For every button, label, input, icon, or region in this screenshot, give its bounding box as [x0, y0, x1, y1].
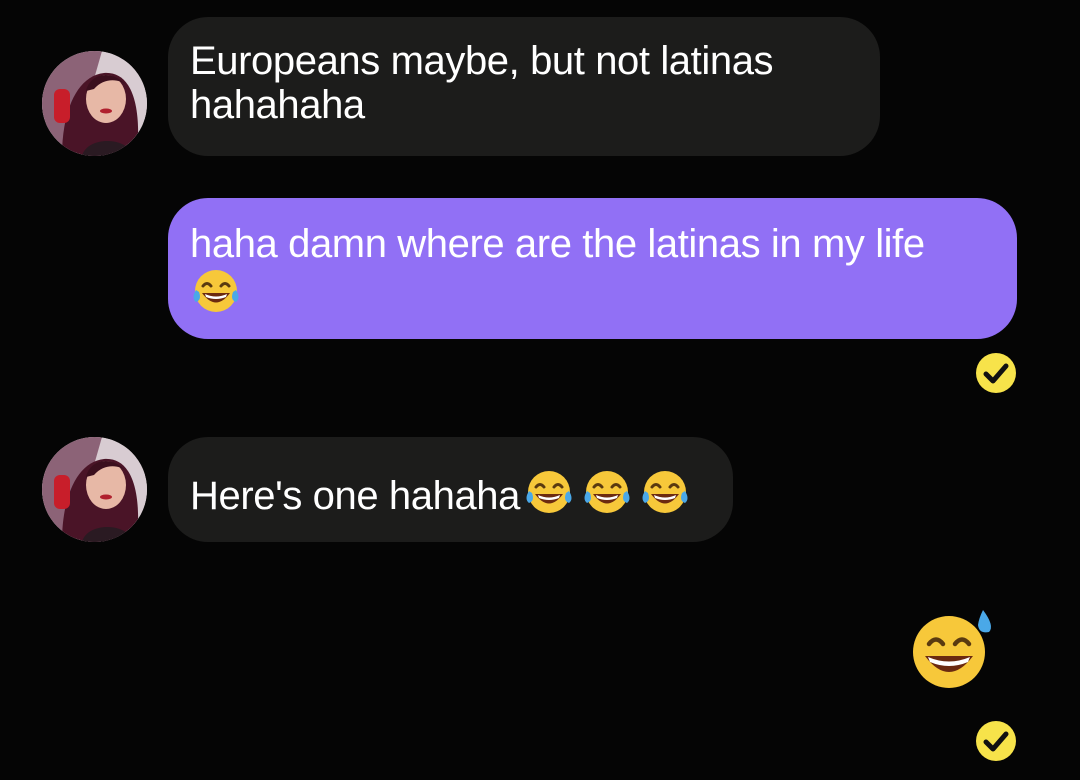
- grinning-sweat-emoji-icon[interactable]: [907, 606, 995, 690]
- tears-of-joy-icon: [526, 471, 572, 513]
- message-text: Here's one hahaha: [190, 474, 520, 518]
- tears-of-joy-icon: [584, 471, 630, 513]
- outgoing-message-bubble[interactable]: haha damn where are the latinas in my li…: [168, 198, 1017, 339]
- avatar[interactable]: [42, 437, 147, 542]
- read-check-icon: [976, 353, 1016, 393]
- chat-thread: Europeans maybe, but not latinas hahahah…: [0, 0, 1080, 780]
- message-text: haha damn where are the latinas in my li…: [190, 222, 925, 266]
- incoming-message-bubble[interactable]: Here's one hahaha: [168, 437, 733, 542]
- avatar[interactable]: [42, 51, 147, 156]
- tears-of-joy-icon: [193, 270, 239, 312]
- tears-of-joy-icon: [642, 471, 688, 513]
- avatar-photo: [42, 51, 147, 156]
- incoming-message-bubble[interactable]: Europeans maybe, but not latinas hahahah…: [168, 17, 880, 156]
- message-text: Europeans maybe, but not latinas: [190, 39, 774, 83]
- read-check-icon: [976, 721, 1016, 761]
- message-text: hahahaha: [190, 83, 365, 127]
- avatar-photo: [42, 437, 147, 542]
